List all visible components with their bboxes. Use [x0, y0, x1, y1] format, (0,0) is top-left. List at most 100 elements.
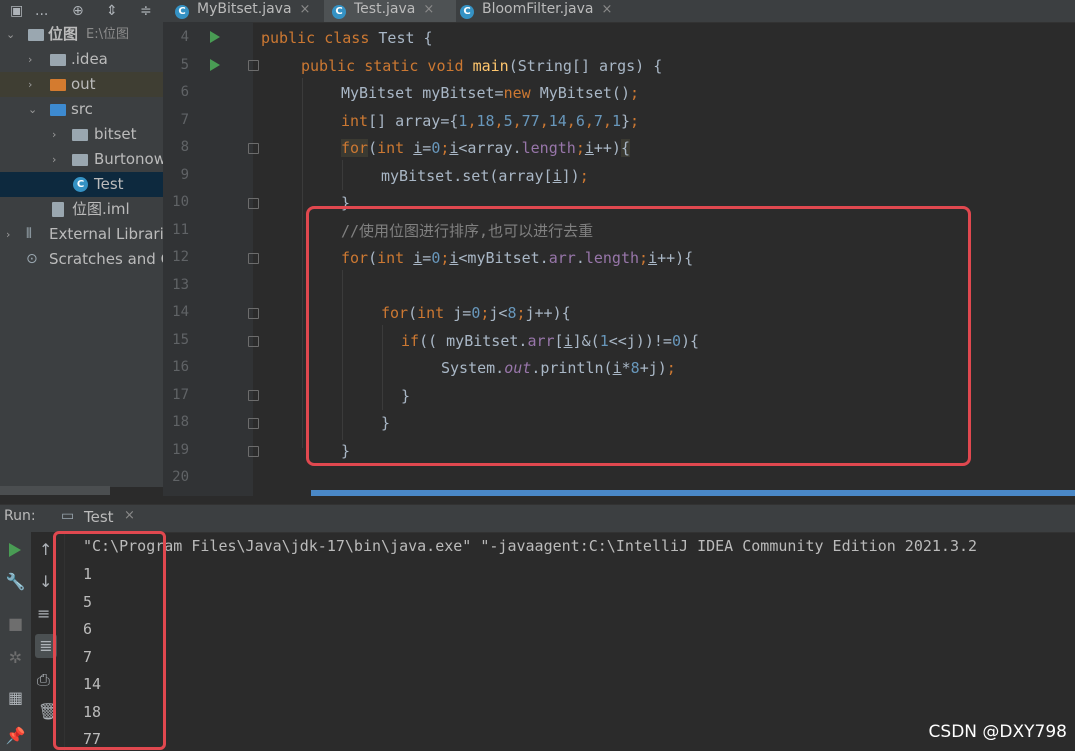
tab-mybitset[interactable]: C MyBitset.java ×: [168, 0, 325, 22]
line-number: 16: [172, 359, 189, 375]
fold-icon[interactable]: [248, 60, 259, 71]
run-main-icon[interactable]: [210, 59, 220, 71]
package-icon: [72, 154, 88, 166]
line-number: 13: [172, 277, 189, 293]
java-class-icon: C: [73, 177, 88, 192]
rerun-icon[interactable]: [9, 543, 21, 557]
tree-item-bitset[interactable]: › bitset: [0, 122, 163, 147]
watermark: CSDN @DXY798: [928, 722, 1067, 742]
tree-item-test[interactable]: C Test: [0, 172, 163, 197]
close-icon[interactable]: ×: [124, 508, 135, 523]
line-number: 8: [180, 139, 189, 155]
indent-guide: [342, 160, 343, 190]
scratches-icon: ⊙: [26, 251, 38, 267]
fold-icon[interactable]: [248, 308, 259, 319]
chevron-down-icon[interactable]: ⌄: [28, 97, 37, 122]
folder-icon: [50, 54, 66, 66]
line-number: 6: [180, 84, 189, 100]
settings-icon[interactable]: ≑: [140, 2, 152, 20]
editor-tab-bar: ▣ ... ⊕ ⇕ ≑ C MyBitset.java × C Test.java × …: [0, 0, 1075, 23]
fold-icon[interactable]: [248, 143, 259, 154]
chevron-down-icon[interactable]: ⌄: [6, 22, 15, 47]
line-number: 20: [172, 469, 189, 485]
tree-item-scratches[interactable]: ⊙ Scratches and C: [0, 247, 163, 272]
run-class-icon[interactable]: [210, 31, 220, 43]
fold-icon[interactable]: [248, 390, 259, 401]
chevron-right-icon[interactable]: ›: [52, 122, 56, 147]
layout-icon[interactable]: ▦: [0, 688, 31, 707]
close-icon[interactable]: ×: [601, 2, 612, 17]
java-class-icon: C: [460, 5, 474, 19]
close-icon[interactable]: ×: [423, 2, 434, 17]
tree-item-burtonow[interactable]: › Burtonow: [0, 147, 163, 172]
fold-icon[interactable]: [248, 253, 259, 264]
debug-icon[interactable]: ✲: [0, 648, 31, 667]
run-tab-test[interactable]: Test: [84, 508, 114, 526]
libraries-icon: ⫴: [26, 226, 32, 242]
fold-icon[interactable]: [248, 446, 259, 457]
run-label: Run:: [4, 508, 36, 524]
project-view-icon[interactable]: ▣: [10, 2, 23, 20]
line-number: 18: [172, 414, 189, 430]
source-folder-icon: [50, 104, 66, 116]
java-class-icon: C: [332, 5, 346, 19]
close-icon[interactable]: ×: [300, 2, 311, 17]
line-number: 14: [172, 304, 189, 320]
fold-icon[interactable]: [248, 198, 259, 209]
editor-horizontal-scrollbar[interactable]: [311, 490, 1075, 496]
chevron-right-icon[interactable]: ›: [28, 72, 32, 97]
folder-icon: [50, 79, 66, 91]
folder-icon: [28, 29, 44, 41]
collapse-icon[interactable]: ⇕: [106, 2, 118, 20]
java-class-icon: C: [175, 5, 189, 19]
line-number: 12: [172, 249, 189, 265]
run-toolbar: 🔧 ■ ✲ ▦ 📌: [0, 532, 31, 751]
line-number: 9: [180, 167, 189, 183]
line-number: 10: [172, 194, 189, 210]
code-line-4[interactable]: public class Test {: [261, 28, 433, 48]
file-icon: [52, 202, 64, 217]
arrow-up-icon[interactable]: ↑: [39, 540, 52, 559]
chevron-right-icon[interactable]: ›: [52, 147, 56, 172]
line-number: 17: [172, 387, 189, 403]
tree-item-iml[interactable]: 位图.iml: [0, 197, 163, 222]
line-number: 11: [172, 222, 189, 238]
chevron-right-icon[interactable]: ›: [28, 47, 32, 72]
run-toolwindow-header: Run: ▭ Test ×: [0, 504, 1075, 533]
print-icon[interactable]: ⎙: [37, 670, 50, 690]
tree-item-out[interactable]: › out: [0, 72, 163, 97]
project-tree: ⌄ 位图 E:\位图 › .idea › out ⌄ src › bitset …: [0, 22, 163, 487]
dropdown-dots[interactable]: ...: [35, 2, 48, 20]
line-number: 15: [172, 332, 189, 348]
tree-item-external-libraries[interactable]: › ⫴ External Librarie: [0, 222, 163, 247]
indent-guide: [302, 78, 303, 448]
line-number: 19: [172, 442, 189, 458]
code-line-6[interactable]: MyBitset myBitset=new MyBitset();: [341, 83, 639, 103]
line-number: 7: [180, 112, 189, 128]
pin-icon[interactable]: 📌: [0, 726, 31, 745]
console-icon: ▭: [61, 508, 75, 524]
code-line-7[interactable]: int[] array={1,18,5,77,14,6,7,1};: [341, 111, 639, 131]
tree-item-src[interactable]: ⌄ src: [0, 97, 163, 122]
stop-icon[interactable]: ■: [0, 614, 31, 633]
arrow-down-icon[interactable]: ↓: [39, 572, 52, 591]
console-command: "C:\Program Files\Java\jdk-17\bin\java.e…: [83, 537, 978, 555]
code-line-8[interactable]: for(int i=0;i<array.length;i++){: [341, 138, 630, 158]
tree-scrollbar[interactable]: [0, 486, 110, 495]
highlight-box-code: [306, 206, 971, 466]
soft-wrap-icon[interactable]: ≡: [37, 604, 50, 623]
code-line-5[interactable]: public static void main(String[] args) {: [301, 56, 662, 76]
code-line-9[interactable]: myBitset.set(array[i]);: [381, 166, 589, 186]
tab-bloomfilter[interactable]: C BloomFilter.java ×: [452, 0, 640, 22]
target-icon[interactable]: ⊕: [72, 2, 84, 20]
fold-icon[interactable]: [248, 418, 259, 429]
tree-item-idea[interactable]: › .idea: [0, 47, 163, 72]
package-icon: [72, 129, 88, 141]
tab-test[interactable]: C Test.java ×: [324, 0, 456, 22]
wrench-icon[interactable]: 🔧: [0, 572, 31, 591]
fold-icon[interactable]: [248, 336, 259, 347]
tree-item-root[interactable]: ⌄ 位图 E:\位图: [0, 22, 163, 47]
line-number: 4: [180, 29, 189, 45]
line-number: 5: [180, 57, 189, 73]
chevron-right-icon[interactable]: ›: [6, 222, 10, 247]
